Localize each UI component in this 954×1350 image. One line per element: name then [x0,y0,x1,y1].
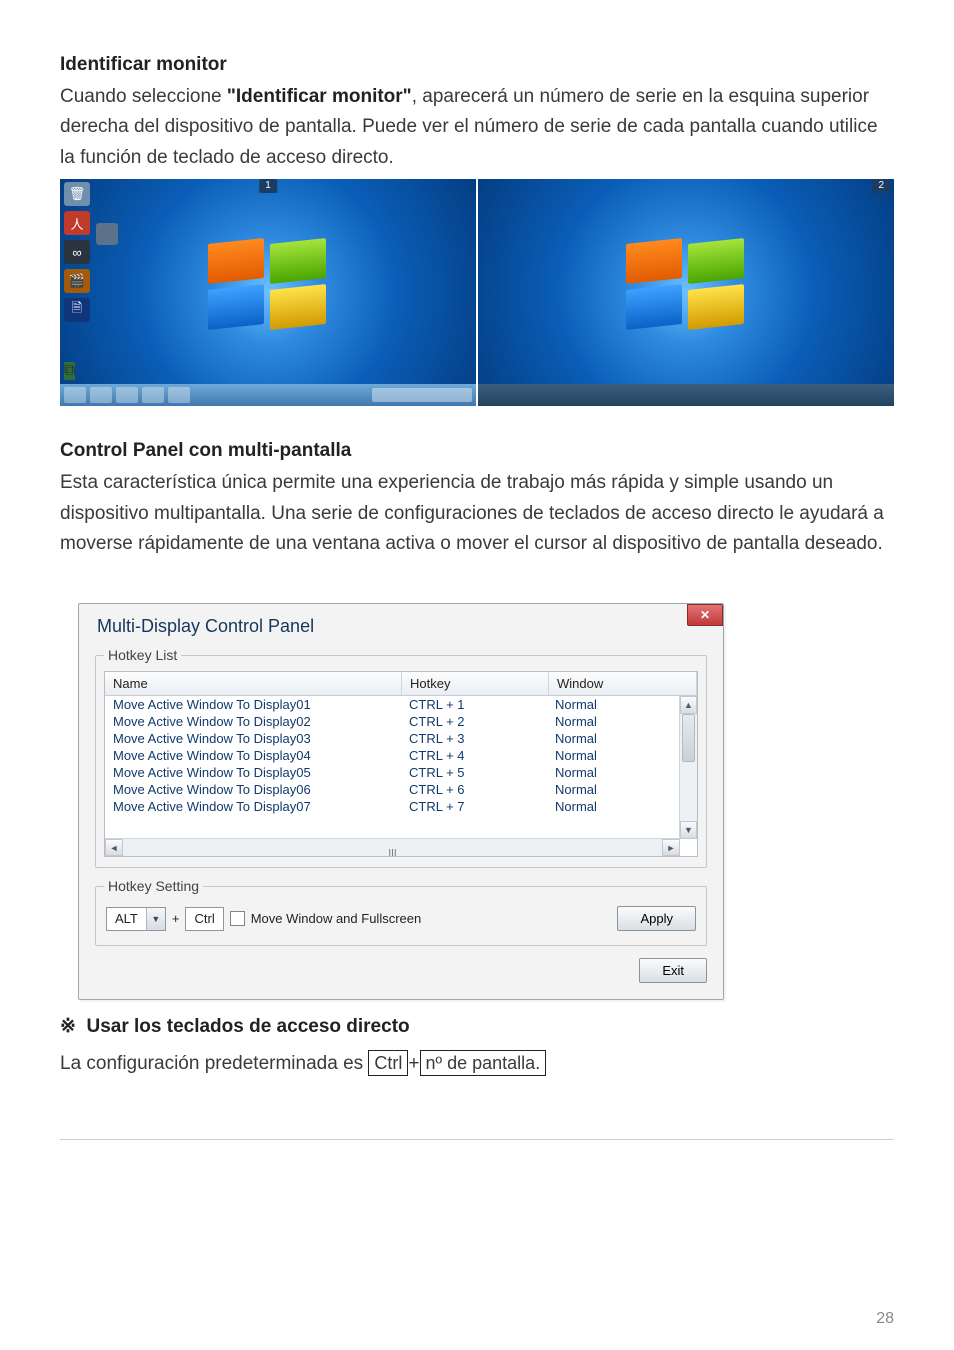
page-number: 28 [876,1310,894,1328]
primary-modifier-value: ALT [107,911,146,926]
start-button [64,387,86,403]
apply-button[interactable]: Apply [617,906,696,931]
section2-para: Esta característica única permite una ex… [60,468,894,559]
recycle-bin-icon: 🗑 [64,182,90,206]
monitor-badge-2: 2 [872,179,890,193]
list-header: Name Hotkey Window [105,672,697,696]
vertical-scrollbar[interactable]: ▲ ▼ [679,696,697,839]
section1-heading: Identificar monitor [60,54,894,76]
close-button[interactable]: ✕ [687,604,723,626]
multi-display-dialog: ✕ Multi-Display Control Panel Hotkey Lis… [78,603,724,1000]
dialog-title: Multi-Display Control Panel [97,616,707,637]
taskbar [478,384,894,406]
table-row[interactable]: Move Active Window To Display07CTRL + 7N… [105,798,697,815]
hotkey-list[interactable]: Name Hotkey Window Move Active Window To… [104,671,698,857]
dual-desktop-screenshot: 1 🗑 人 ∞ 🎬 🗎 ⧉ [60,179,894,406]
monitor-badge-1: 1 [259,179,277,193]
close-icon: ✕ [700,608,710,622]
primary-modifier-select[interactable]: ALT ▼ [106,907,166,931]
section1-para: Cuando seleccione "Identificar monitor",… [60,82,894,173]
secondary-modifier-input[interactable]: Ctrl [185,907,223,931]
table-row[interactable]: Move Active Window To Display04CTRL + 4N… [105,747,697,764]
scroll-track-label: III [388,848,396,859]
horizontal-scrollbar[interactable]: ◄ III ► [105,838,680,856]
windows-logo [208,241,328,331]
col-window[interactable]: Window [549,672,697,695]
desktop-icon: ∞ [64,240,90,264]
desktop-icon: 🎬 [64,269,90,293]
key-ctrl: Ctrl [368,1050,408,1076]
secondary-modifier-value: Ctrl [194,911,214,926]
fullscreen-checkbox[interactable] [230,911,245,926]
section1-bold: "Identificar monitor" [227,86,412,107]
col-hotkey[interactable]: Hotkey [402,672,549,695]
key-display-number: nº de pantalla. [420,1050,547,1076]
key-plus: + [408,1053,419,1074]
hotkey-list-legend: Hotkey List [104,647,181,663]
section2-heading: Control Panel con multi-pantalla [60,440,894,462]
desktop-right: 2 [478,179,894,406]
desktop-icons: 🗑 人 ∞ 🎬 🗎 [64,182,90,322]
desktop-left: 1 🗑 人 ∞ 🎬 🗎 ⧉ [60,179,476,406]
footer-divider [60,1139,894,1140]
scroll-right-icon[interactable]: ► [662,839,680,856]
footer-note-heading: ※ Usar los teclados de acceso directo [60,1012,894,1042]
exit-button[interactable]: Exit [639,958,707,983]
desktop-icon: 人 [64,211,90,235]
table-row[interactable]: Move Active Window To Display05CTRL + 5N… [105,764,697,781]
col-name[interactable]: Name [105,672,402,695]
desktop-icon: ⧉ [64,362,75,380]
table-row[interactable]: Move Active Window To Display01CTRL + 1N… [105,696,697,713]
table-row[interactable]: Move Active Window To Display03CTRL + 3N… [105,730,697,747]
list-rows: Move Active Window To Display01CTRL + 1N… [105,696,697,834]
chevron-down-icon: ▼ [146,908,165,930]
desktop-icon: 🗎 [64,298,90,322]
scroll-down-icon[interactable]: ▼ [680,821,697,839]
reference-mark-icon: ※ [60,1016,76,1037]
plus-label: + [172,911,180,926]
hotkey-setting-legend: Hotkey Setting [104,878,203,894]
windows-logo [626,241,746,331]
hotkey-setting-group: Hotkey Setting ALT ▼ + Ctrl Move Window … [95,878,707,946]
section1-pre: Cuando seleccione [60,86,227,107]
scroll-up-icon[interactable]: ▲ [680,696,697,714]
scroll-thumb[interactable] [682,714,695,762]
scroll-left-icon[interactable]: ◄ [105,839,123,856]
footer-config-line: La configuración predeterminada es Ctrl+… [60,1049,894,1079]
taskbar [60,384,476,406]
table-row[interactable]: Move Active Window To Display06CTRL + 6N… [105,781,697,798]
desktop-icon [96,223,118,245]
hotkey-list-group: Hotkey List Name Hotkey Window Move Acti… [95,647,707,868]
table-row[interactable]: Move Active Window To Display02CTRL + 2N… [105,713,697,730]
fullscreen-checkbox-label: Move Window and Fullscreen [251,911,422,926]
